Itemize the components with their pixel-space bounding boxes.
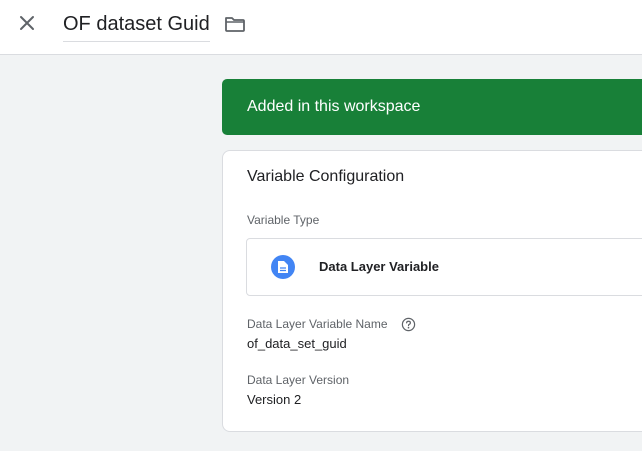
variable-name-label: Data Layer Variable Name	[247, 317, 388, 331]
variable-configuration-card: Variable Configuration Variable Type Dat…	[222, 150, 642, 432]
version-value: Version 2	[247, 392, 302, 407]
help-icon[interactable]	[400, 316, 416, 332]
variable-type-label: Variable Type	[247, 213, 320, 227]
variable-type-selector[interactable]: Data Layer Variable	[246, 238, 642, 296]
card-title: Variable Configuration	[247, 168, 405, 185]
folder-icon[interactable]	[222, 11, 248, 37]
workspace-status-banner: Added in this workspace	[222, 79, 642, 135]
document-icon	[271, 255, 295, 279]
variable-name-value: of_data_set_guid	[247, 336, 347, 351]
variable-name-title[interactable]: OF dataset Guid	[63, 10, 210, 42]
variable-type-name: Data Layer Variable	[319, 259, 439, 274]
version-label: Data Layer Version	[247, 373, 350, 387]
top-bar: OF dataset Guid	[0, 0, 642, 55]
close-icon[interactable]	[14, 10, 40, 36]
